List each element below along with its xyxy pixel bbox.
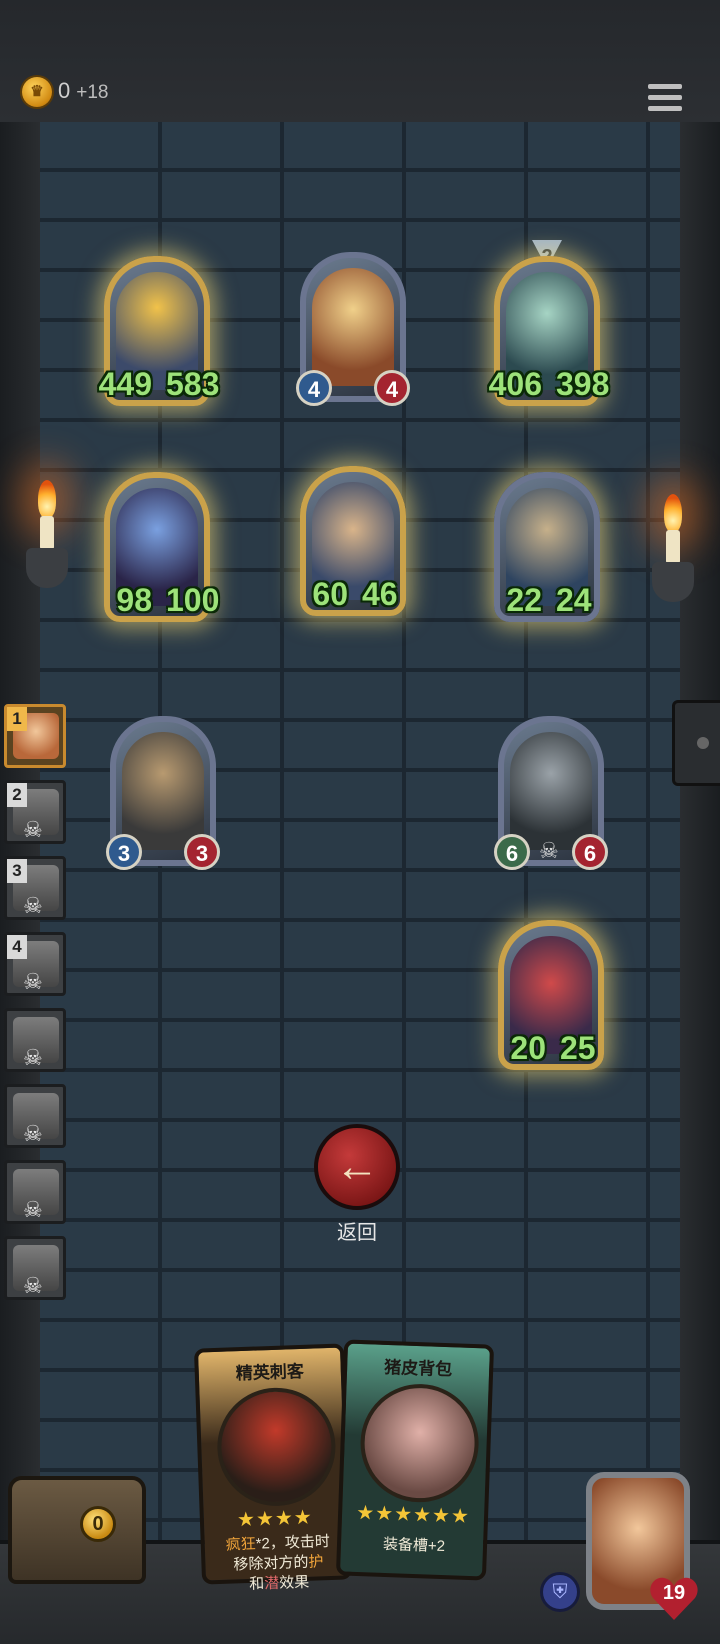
health-badge: 4 — [374, 370, 410, 406]
enemy-card-blonde-mage[interactable]: 449 583 — [98, 256, 220, 418]
torch-left-icon — [24, 480, 70, 600]
skull-icon: ☠ — [23, 817, 43, 842]
health-value: 100 — [166, 582, 220, 618]
opponent-slot[interactable]: 3 ☠ — [4, 856, 66, 920]
attack-value: 449 — [98, 366, 152, 402]
attack-badge: 3 — [106, 834, 142, 870]
attack-value: 406 — [488, 366, 542, 402]
skull-icon: ☠ — [23, 1045, 43, 1070]
opponent-slot[interactable]: 4 ☠ — [4, 932, 66, 996]
arrow-left-icon: ← — [335, 1142, 379, 1191]
gold-counter: 0 +18 — [58, 78, 108, 104]
enemy-card-ghost-horse[interactable]: 2 406 398 — [488, 240, 610, 418]
backpack-art — [358, 1382, 481, 1505]
chest-counter: 0 — [80, 1506, 116, 1542]
opponent-slot[interactable]: ☠ — [4, 1084, 66, 1148]
enemy-card-hooded-puppeteer[interactable]: 22 24 — [488, 472, 606, 634]
shield-icon[interactable]: ⛨ — [540, 1572, 580, 1612]
health-value: 25 — [560, 1030, 596, 1066]
attack-value: 20 — [510, 1030, 546, 1066]
assassin-art — [215, 1385, 338, 1508]
enemy-card-bearded-king[interactable]: 60 46 — [294, 466, 412, 628]
attack-badge: 6 — [494, 834, 530, 870]
side-door — [672, 700, 720, 786]
skull-icon: ☠ — [23, 1273, 43, 1298]
attack-badge: 4 — [296, 370, 332, 406]
top-bar: ♛ 0 +18 — [0, 0, 720, 126]
health-value: 24 — [556, 582, 592, 618]
back-label: 返回 — [337, 1222, 377, 1244]
skull-icon: ☠ — [23, 969, 43, 994]
player-card-clown[interactable]: 20 25 — [492, 920, 610, 1082]
opponent-slot[interactable]: ☠ — [4, 1236, 66, 1300]
health-value: 46 — [362, 576, 398, 612]
health-value: 398 — [556, 366, 610, 402]
attack-value: 22 — [506, 582, 542, 618]
gold-income: +18 — [76, 82, 109, 103]
gold-amount: 0 — [58, 78, 71, 103]
player-card-bell-robot[interactable]: 6 ☠ 6 — [492, 716, 610, 878]
enemy-card-blue-haired-sorceress[interactable]: 98 100 — [98, 472, 220, 634]
health-badge: 3 — [184, 834, 220, 870]
skull-icon: ☠ — [23, 1197, 43, 1222]
attack-value: 98 — [116, 582, 152, 618]
opponent-slot[interactable]: ☠ — [4, 1008, 66, 1072]
torch-right-icon — [650, 494, 696, 614]
attack-value: 60 — [312, 576, 348, 612]
opponent-slot[interactable]: 2 ☠ — [4, 780, 66, 844]
skull-icon: ☠ — [23, 1121, 43, 1146]
enemy-card-golden-knight[interactable]: 4 4 — [294, 252, 412, 414]
gold-coin-icon: ♛ — [22, 77, 52, 107]
treasure-chest[interactable] — [8, 1476, 146, 1584]
opponent-slot[interactable]: ☠ — [4, 1160, 66, 1224]
back-button[interactable]: ← — [314, 1124, 400, 1210]
health-badge: 6 — [572, 834, 608, 870]
health-value: 583 — [166, 366, 220, 402]
hand-card-elite-assassin[interactable]: 精英刺客 ★★★★ 疯狂*2，攻击时 移除对方的护 和潜效果 — [193, 1343, 353, 1593]
right-wall-edge — [678, 122, 720, 1542]
hand-card-pigskin-backpack[interactable]: 猪皮背包 ★★★★★★ 装备槽+2 — [335, 1339, 495, 1581]
skull-icon: ☠ — [23, 893, 43, 918]
menu-icon[interactable] — [648, 84, 682, 116]
player-card-airship[interactable]: 3 3 — [104, 716, 222, 878]
opponent-slot[interactable]: 1 — [4, 704, 66, 768]
skull-icon: ☠ — [539, 838, 559, 863]
